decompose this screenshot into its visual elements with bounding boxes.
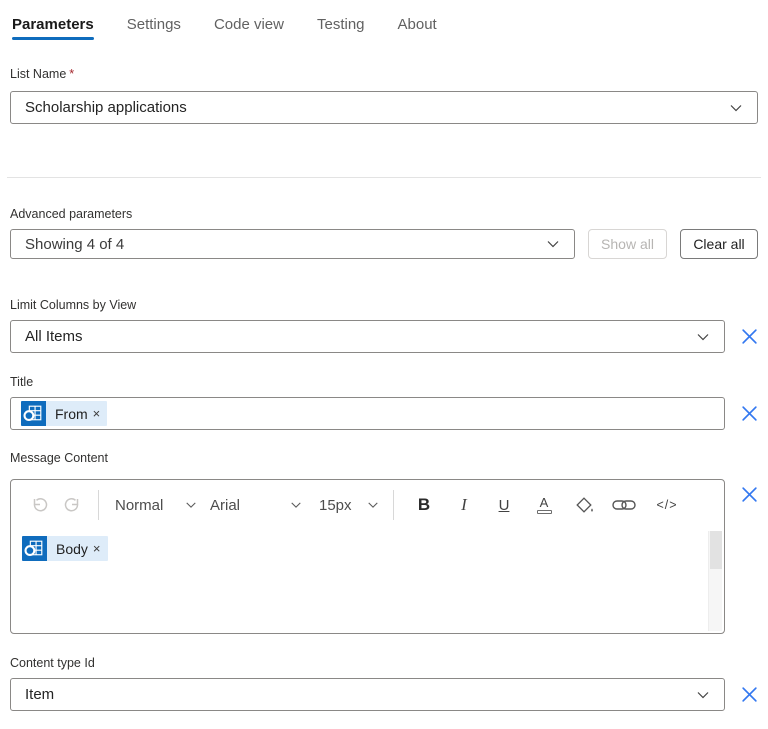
font-family-dropdown[interactable]: Arial	[210, 490, 302, 520]
toolbar-separator	[98, 490, 99, 520]
chevron-down-icon	[547, 241, 559, 248]
list-name-label-text: List Name	[10, 67, 67, 81]
tab-code-view[interactable]: Code view	[214, 10, 284, 46]
advanced-parameters-dropdown[interactable]: Showing 4 of 4	[10, 229, 575, 259]
redo-button[interactable]	[60, 492, 84, 518]
font-color-icon: A	[536, 496, 552, 514]
advanced-parameters-row: Showing 4 of 4 Show all Clear all	[10, 229, 758, 259]
advanced-parameters-label: Advanced parameters	[10, 207, 133, 221]
remove-message-content-parameter-button[interactable]	[740, 485, 758, 503]
font-size-value: 15px	[319, 496, 352, 514]
token-label: Body	[56, 540, 88, 557]
chevron-down-icon	[697, 691, 709, 698]
content-type-dropdown[interactable]: Item	[10, 678, 725, 711]
list-name-value: Scholarship applications	[25, 99, 187, 116]
italic-icon: I	[461, 495, 467, 514]
link-icon	[612, 500, 636, 510]
required-asterisk: *	[69, 67, 75, 81]
underline-button[interactable]: U	[492, 492, 516, 518]
scrollbar-thumb[interactable]	[710, 531, 722, 569]
tab-bar: Parameters Settings Code view Testing Ab…	[10, 10, 758, 46]
rich-text-editor: Normal Arial 15px B I U A </> Body ×	[10, 479, 725, 634]
code-icon: </>	[656, 498, 678, 512]
outlook-connector-icon	[22, 536, 47, 561]
advanced-parameters-value: Showing 4 of 4	[25, 235, 125, 253]
paragraph-format-value: Normal	[115, 496, 164, 514]
list-name-label: List Name *	[10, 66, 758, 82]
paint-bucket-icon	[575, 496, 593, 513]
clear-all-button[interactable]: Clear all	[680, 229, 758, 259]
remove-content-type-parameter-button[interactable]	[740, 686, 758, 704]
rte-content-area[interactable]: Body ×	[11, 530, 724, 633]
redo-icon	[64, 498, 79, 512]
title-label: Title	[10, 375, 34, 389]
limit-columns-value: All Items	[25, 328, 83, 345]
x-icon	[741, 486, 757, 502]
x-icon	[741, 406, 757, 421]
limit-columns-row: All Items	[10, 320, 758, 353]
undo-button[interactable]	[28, 492, 52, 518]
tab-parameters[interactable]: Parameters	[12, 10, 94, 46]
x-icon	[741, 687, 757, 702]
font-family-value: Arial	[210, 496, 241, 514]
paragraph-format-dropdown[interactable]: Normal	[115, 490, 197, 520]
toolbar-separator	[393, 490, 394, 520]
chevron-down-icon	[368, 502, 378, 508]
bold-icon: B	[417, 495, 431, 514]
tab-settings[interactable]: Settings	[127, 10, 181, 46]
title-input[interactable]: From ×	[10, 397, 725, 430]
action-parameters-panel: Parameters Settings Code view Testing Ab…	[0, 0, 768, 711]
limit-columns-dropdown[interactable]: All Items	[10, 320, 725, 353]
italic-button[interactable]: I	[452, 492, 476, 518]
show-all-button[interactable]: Show all	[588, 229, 667, 259]
title-row: From ×	[10, 397, 758, 430]
dynamic-content-token-body[interactable]: Body ×	[22, 536, 108, 561]
outlook-connector-icon	[21, 401, 46, 426]
list-name-dropdown[interactable]: Scholarship applications	[10, 91, 758, 124]
chevron-down-icon	[730, 104, 742, 111]
remove-title-parameter-button[interactable]	[740, 405, 758, 423]
bold-button[interactable]: B	[412, 492, 436, 518]
message-content-row: Normal Arial 15px B I U A </> Body ×	[10, 473, 758, 634]
undo-icon	[33, 498, 48, 512]
rte-toolbar: Normal Arial 15px B I U A </>	[11, 480, 724, 530]
token-remove-icon[interactable]: ×	[91, 406, 108, 421]
remove-limit-columns-parameter-button[interactable]	[740, 328, 758, 346]
font-color-button[interactable]: A	[532, 492, 556, 518]
font-size-dropdown[interactable]: 15px	[319, 490, 379, 520]
underline-icon: U	[498, 496, 510, 514]
highlight-color-button[interactable]	[572, 492, 596, 518]
content-type-label: Content type Id	[10, 656, 95, 670]
section-divider	[7, 177, 761, 178]
insert-link-button[interactable]	[612, 492, 636, 518]
chevron-down-icon	[697, 333, 709, 340]
tab-about[interactable]: About	[398, 10, 437, 46]
content-type-row: Item	[10, 678, 758, 711]
content-type-value: Item	[25, 686, 55, 703]
chevron-down-icon	[291, 502, 301, 508]
chevron-down-icon	[186, 502, 196, 508]
editor-scrollbar[interactable]	[708, 531, 722, 631]
message-content-label: Message Content	[10, 451, 108, 465]
dynamic-content-token-from[interactable]: From ×	[21, 401, 108, 426]
token-label: From	[55, 405, 88, 422]
x-icon	[741, 329, 757, 344]
limit-columns-label: Limit Columns by View	[10, 298, 137, 312]
format-buttons: B I U A </>	[412, 492, 682, 518]
tab-testing[interactable]: Testing	[317, 10, 365, 46]
token-remove-icon[interactable]: ×	[91, 541, 108, 556]
code-view-button[interactable]: </>	[652, 492, 682, 518]
